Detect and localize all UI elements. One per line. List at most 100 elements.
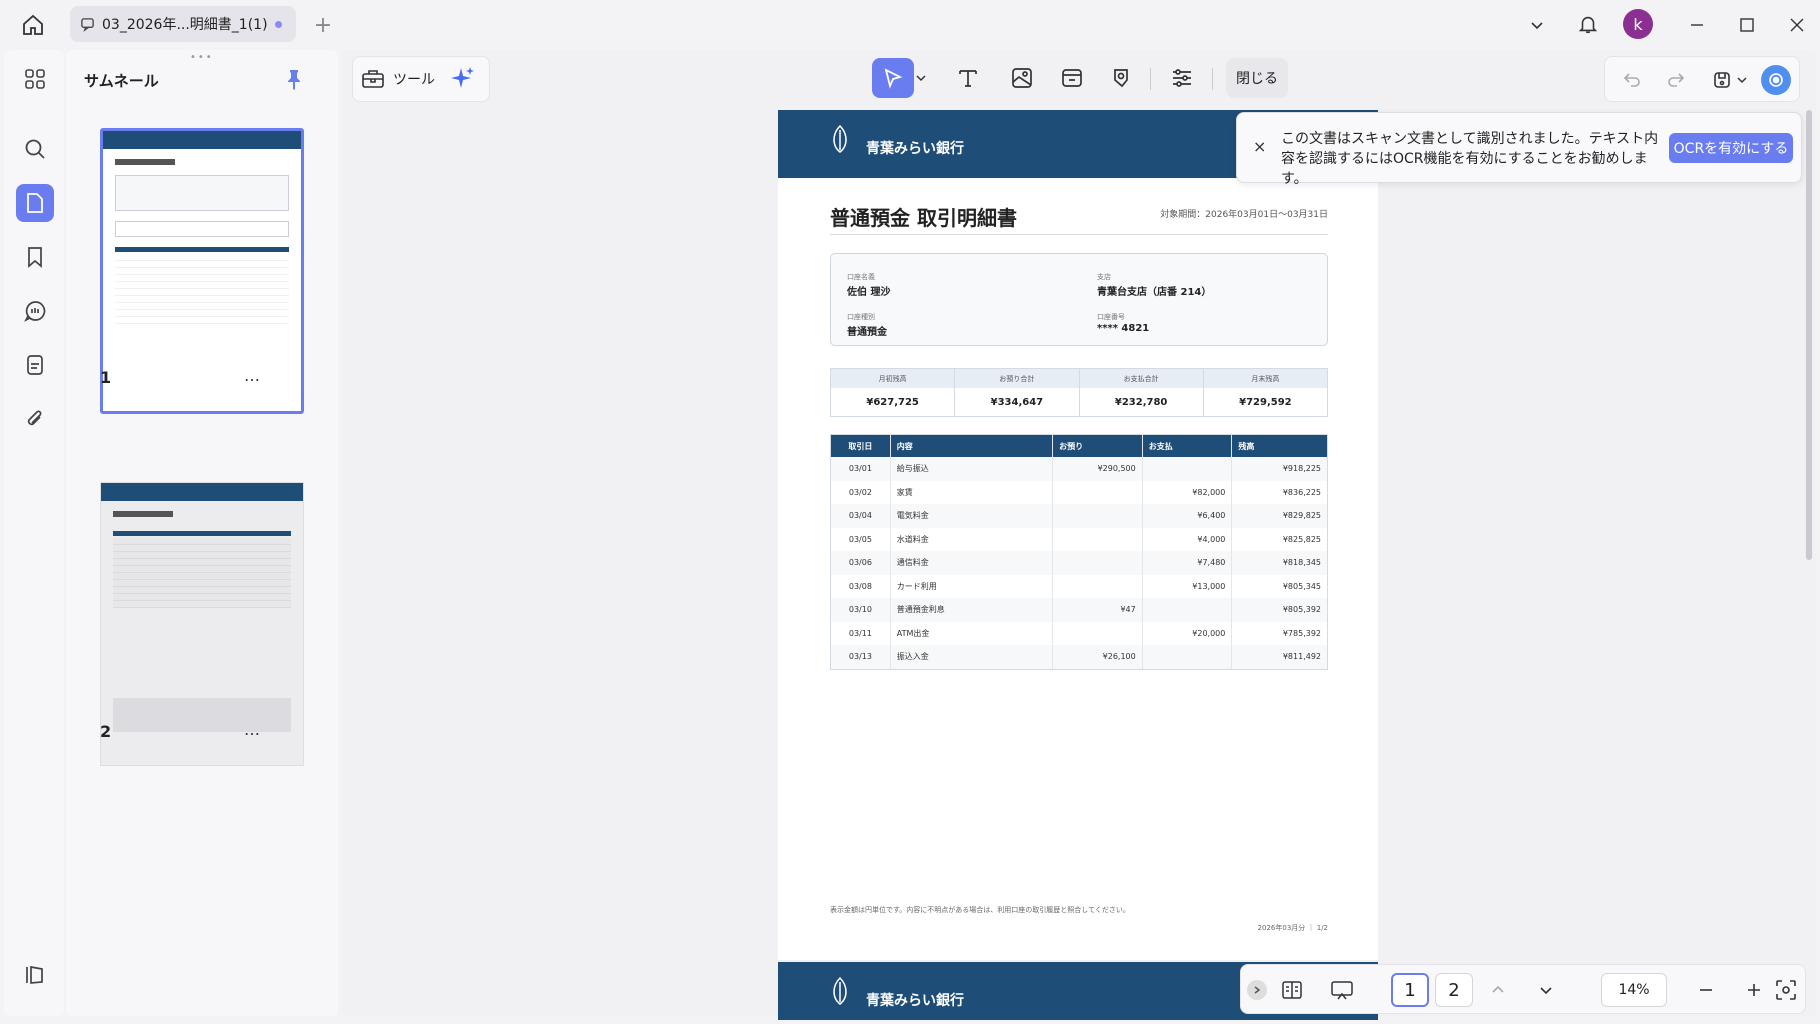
summary-value: ¥334,647 [990,397,1044,408]
tools-button[interactable]: ツール [361,63,435,95]
summary-value: ¥627,725 [866,397,919,408]
toolbar-divider [1150,68,1151,90]
table-row: 03/06 通信料金 ¥7,480 ¥818,345 [831,551,1327,575]
bank-logo-icon [828,124,852,154]
page-1-button[interactable]: 1 [1391,973,1429,1007]
cell-date: 03/06 [831,551,891,575]
pin-icon[interactable] [284,68,304,90]
cell-description: ATM出金 [891,621,1054,645]
cell-deposit [1053,504,1143,528]
page-2-button[interactable]: 2 [1435,973,1473,1007]
ai-sparkle-icon[interactable] [449,65,477,93]
new-tab-icon[interactable]: + [310,12,336,38]
table-row: 03/10 普通預金利息 ¥47 ¥805,392 [831,598,1327,622]
cell-deposit: ¥290,500 [1053,457,1143,481]
bookmark-icon[interactable] [16,238,54,276]
save-icon[interactable] [1709,67,1735,93]
cell-balance: ¥805,345 [1282,581,1321,591]
document-tab[interactable]: 03_2026年...明細書_1(1) [70,6,296,42]
vertical-scrollbar[interactable] [1806,110,1812,560]
bank-name: 青葉みらい銀行 [866,141,964,157]
comment-icon [80,17,95,32]
right-tools-group [1604,56,1800,102]
document-icon[interactable] [16,346,54,384]
page-footer: 2026年03月分 ｜ 1/2 [1257,924,1328,932]
minimize-icon[interactable] [1684,12,1710,38]
table-row: 03/05 水道料金 ¥4,000 ¥825,825 [831,527,1327,551]
tools-group: ツール [352,56,490,102]
cell-balance: ¥836,225 [1282,487,1321,497]
maximize-icon[interactable] [1734,12,1760,38]
thumbnail-page-2[interactable] [100,482,304,766]
thumbnail-more-icon[interactable]: … [244,366,260,385]
stamp-tool-icon[interactable] [1106,62,1138,94]
summary-cell: 月初残高 ¥627,725 [831,369,956,416]
sidebar-toggle-icon[interactable] [16,956,54,994]
cell-deposit [1053,551,1143,575]
close-edit-button[interactable]: 閉じる [1226,58,1288,98]
table-row: 03/11 ATM出金 ¥20,000 ¥785,392 [831,621,1327,645]
search-icon[interactable] [16,130,54,168]
thumbnails-page-icon[interactable] [16,184,54,222]
cell-withdrawal: ¥4,000 [1143,527,1233,551]
select-tool-button[interactable] [872,58,914,98]
header-description: 内容 [891,435,1054,457]
attachment-icon[interactable] [16,400,54,438]
enable-ocr-button[interactable]: OCRを有効にする [1669,133,1793,163]
header-deposit: お預り [1053,435,1143,457]
chevron-down-icon[interactable] [914,70,928,86]
zoom-out-icon[interactable] [1693,977,1719,1003]
text-tool-icon[interactable] [952,62,984,94]
home-icon[interactable] [18,10,48,40]
fit-page-icon[interactable] [1773,977,1799,1003]
thumbnail-page-1[interactable] [100,128,304,414]
table-row: 03/13 振込入金 ¥26,100 ¥811,492 [831,645,1327,669]
tab-title: 03_2026年...明細書_1(1) [102,17,268,33]
undo-icon[interactable] [1619,67,1645,93]
close-icon[interactable]: × [1253,137,1266,156]
zoom-in-icon[interactable] [1741,977,1767,1003]
next-page-icon[interactable] [1533,977,1559,1003]
collapse-arrow-icon[interactable] [1247,980,1267,1000]
page-note: 表示金額は円単位です。内容に不明点がある場合は、利用口座の取引履歴と照合してくだ… [830,906,1130,914]
table-row: 03/02 家賃 ¥82,000 ¥836,225 [831,480,1327,504]
apps-grid-icon[interactable] [16,60,54,98]
comments-icon[interactable] [16,292,54,330]
cell-deposit [1053,480,1143,504]
image-tool-icon[interactable] [1006,62,1038,94]
two-page-view-icon[interactable] [1279,977,1305,1003]
panel-drag-handle[interactable]: ••• [190,52,214,63]
cell-date: 03/11 [831,621,891,645]
branch-value: 青葉台支店（店番 214） [1097,287,1212,298]
previous-page-icon[interactable] [1485,977,1511,1003]
thumbnail-more-icon[interactable]: … [244,720,260,739]
redo-icon[interactable] [1663,67,1689,93]
cell-deposit [1053,574,1143,598]
cell-withdrawal [1143,598,1233,622]
close-window-icon[interactable] [1784,12,1810,38]
cell-withdrawal: ¥13,000 [1143,574,1233,598]
thumbnail-panel: ••• サムネール 1 … 2 … [66,50,338,1016]
summary-cell: お預り合計 ¥334,647 [955,369,1080,416]
cell-date: 03/10 [831,598,891,622]
account-number-value: **** 4821 [1097,323,1150,334]
summary-value: ¥729,592 [1239,397,1292,408]
zoom-level[interactable]: 14% [1601,973,1667,1007]
ai-assistant-icon[interactable] [1761,65,1791,95]
cell-description: 振込入金 [891,645,1054,669]
cell-withdrawal [1143,645,1233,669]
bell-icon[interactable] [1574,10,1602,38]
chevron-down-icon[interactable] [1735,73,1749,87]
cell-withdrawal: ¥82,000 [1143,480,1233,504]
table-row: 03/08 カード利用 ¥13,000 ¥805,345 [831,574,1327,598]
presentation-icon[interactable] [1329,977,1355,1003]
chevron-down-icon[interactable] [1524,12,1550,38]
holder-value: 佐伯 理沙 [847,287,891,298]
adjust-settings-icon[interactable] [1166,62,1198,94]
avatar[interactable]: k [1623,9,1653,39]
cell-balance: ¥805,392 [1282,605,1321,615]
cell-description: 普通預金利息 [891,598,1054,622]
title-bar: 03_2026年...明細書_1(1) + k [0,0,1820,48]
cell-balance: ¥785,392 [1282,628,1321,638]
link-tool-icon[interactable] [1056,62,1088,94]
